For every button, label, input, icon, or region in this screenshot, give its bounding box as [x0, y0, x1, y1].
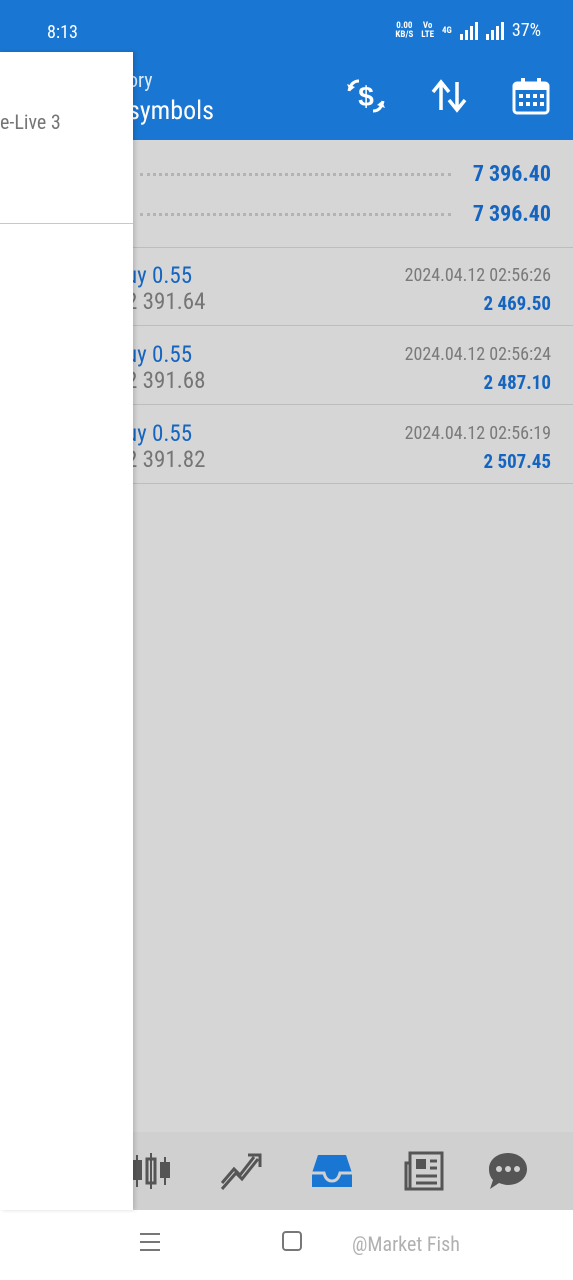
watermark-text: @Market Fish — [352, 1232, 460, 1256]
nav-chat[interactable] — [486, 1149, 530, 1193]
deal-profit: 2 469.50 — [483, 292, 551, 315]
sort-icon — [431, 79, 467, 113]
menu-button[interactable] — [138, 1230, 162, 1258]
deal-type: uy 0.55 — [126, 420, 193, 447]
inbox-history-icon — [312, 1155, 352, 1187]
summary-row: 7 396.40 — [140, 159, 551, 189]
system-navigation-bar: @Market Fish — [0, 1210, 573, 1280]
currency-exchange-icon: $ — [347, 79, 385, 113]
calendar-button[interactable] — [509, 74, 553, 118]
vo-bottom: LTE — [421, 29, 434, 40]
candlestick-chart-icon — [132, 1153, 170, 1189]
drawer-divider — [0, 223, 133, 224]
side-drawer: e-Live 3 — [0, 52, 133, 1210]
deal-price: 2 391.82 — [126, 446, 206, 473]
nav-history[interactable] — [310, 1149, 354, 1193]
deal-type: uy 0.55 — [126, 341, 193, 368]
calendar-icon — [512, 78, 550, 115]
nav-trade[interactable] — [218, 1149, 262, 1193]
dotted-leader — [140, 212, 451, 216]
signal-icon-2 — [485, 21, 504, 40]
currency-exchange-button[interactable]: $ — [344, 74, 388, 118]
chat-icon — [489, 1153, 527, 1189]
network-type: 4G — [442, 25, 452, 36]
dotted-leader — [140, 172, 451, 176]
deal-profit: 2 487.10 — [483, 371, 551, 394]
status-icons: 0.00 KB/S Vo LTE 4G 37% — [395, 20, 541, 41]
trade-trend-icon — [220, 1153, 262, 1190]
summary-value: 7 396.40 — [472, 161, 551, 187]
status-time: 8:13 — [47, 22, 78, 43]
net-speed: 0.00 KB/S — [395, 21, 414, 40]
deal-profit: 2 507.45 — [483, 450, 551, 473]
volte-indicator: Vo LTE — [421, 21, 434, 40]
summary-row: 7 396.40 — [140, 199, 551, 229]
deal-type: uy 0.55 — [126, 262, 193, 289]
svg-text:$: $ — [358, 81, 374, 112]
menu-icon — [140, 1233, 160, 1251]
battery-level: 37% — [511, 20, 541, 41]
net-speed-unit: KB/S — [395, 29, 414, 40]
deal-time: 2024.04.12 02:56:24 — [404, 344, 551, 365]
home-square-icon — [282, 1231, 302, 1251]
home-button[interactable] — [281, 1230, 303, 1256]
status-bar: 8:13 0.00 KB/S Vo LTE 4G 37% — [0, 0, 573, 52]
sort-button[interactable] — [427, 74, 471, 118]
signal-icon — [459, 21, 478, 40]
nav-chart[interactable] — [129, 1149, 173, 1193]
deal-price: 2 391.68 — [126, 367, 206, 394]
page-title[interactable]: symbols — [128, 96, 214, 126]
news-icon — [404, 1151, 444, 1191]
deal-time: 2024.04.12 02:56:19 — [404, 423, 551, 444]
drawer-account-label[interactable]: e-Live 3 — [0, 110, 61, 134]
summary-value: 7 396.40 — [472, 201, 551, 227]
deal-price: 2 391.64 — [126, 288, 206, 315]
nav-news[interactable] — [402, 1149, 446, 1193]
deal-time: 2024.04.12 02:56:26 — [404, 265, 551, 286]
